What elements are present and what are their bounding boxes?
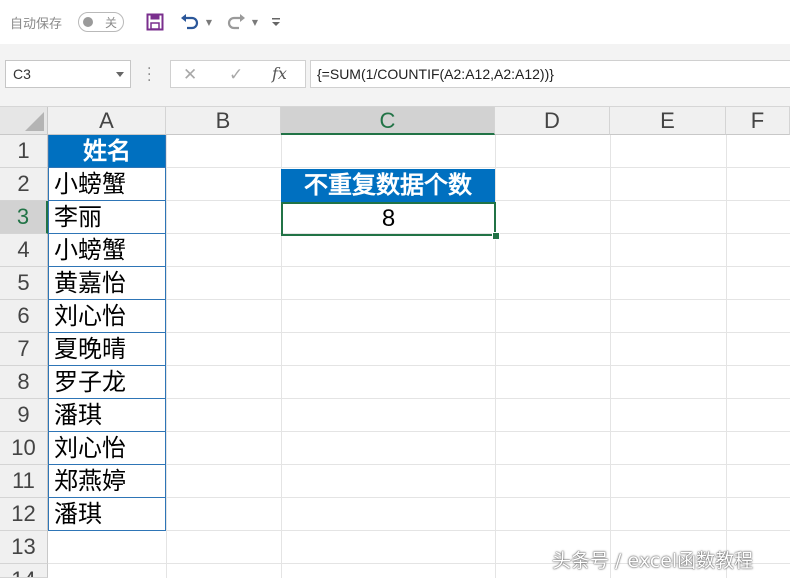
gridline — [610, 135, 611, 578]
toggle-knob — [83, 17, 93, 27]
formula-bar: C3 · · · ✕ ✓ fx {=SUM(1/COUNTIF(A2:A12,A2:… — [0, 44, 790, 107]
column-header-e[interactable]: E — [610, 107, 726, 135]
cell-a4[interactable]: 小螃蟹 — [48, 234, 166, 267]
cell-a11[interactable]: 郑燕婷 — [48, 465, 166, 498]
cell-a5[interactable]: 黄嘉怡 — [48, 267, 166, 300]
cell-a1-header[interactable]: 姓名 — [48, 135, 166, 168]
save-icon — [146, 13, 164, 31]
cell-a3[interactable]: 李丽 — [48, 201, 166, 234]
row-header-11[interactable]: 11 — [0, 465, 48, 498]
chevron-down-icon: ▼ — [251, 17, 259, 27]
customize-qat-icon — [272, 18, 280, 26]
formula-input[interactable]: {=SUM(1/COUNTIF(A2:A12,A2:A12))} — [310, 60, 790, 88]
row-header-9[interactable]: 9 — [0, 399, 48, 432]
redo-dropdown-button[interactable]: ▼ — [249, 8, 261, 36]
formula-buttons: ✕ ✓ fx — [170, 60, 306, 88]
name-box-value: C3 — [13, 66, 31, 82]
cell-c3-active[interactable]: 8 — [281, 202, 496, 236]
row-header-8[interactable]: 8 — [0, 366, 48, 399]
row-header-12[interactable]: 12 — [0, 498, 48, 531]
formula-text: {=SUM(1/COUNTIF(A2:A12,A2:A12))} — [317, 66, 554, 82]
cell-a7[interactable]: 夏晚晴 — [48, 333, 166, 366]
row-header-6[interactable]: 6 — [0, 300, 48, 333]
enter-icon[interactable]: ✓ — [229, 65, 243, 85]
cell-a6[interactable]: 刘心怡 — [48, 300, 166, 333]
chevron-down-icon[interactable] — [116, 72, 124, 77]
name-box[interactable]: C3 — [5, 60, 131, 88]
undo-button[interactable] — [178, 8, 202, 36]
row-header-4[interactable]: 4 — [0, 234, 48, 267]
column-header-c[interactable]: C — [281, 107, 495, 135]
watermark: 头条号 / excel函数教程 — [552, 550, 754, 572]
autosave-label: 自动保存 — [10, 17, 63, 32]
fill-handle[interactable] — [492, 232, 500, 240]
quick-access-toolbar: 自动保存 关 ▼ ▼ — [0, 0, 790, 44]
column-header-a[interactable]: A — [48, 107, 166, 135]
insert-function-icon[interactable]: fx — [272, 64, 287, 83]
column-header-d[interactable]: D — [495, 107, 610, 135]
cancel-icon[interactable]: ✕ — [183, 65, 197, 85]
row-header-2[interactable]: 2 — [0, 168, 48, 201]
save-button[interactable] — [143, 8, 167, 36]
row-header-14[interactable]: 14 — [0, 564, 48, 578]
row-header-5[interactable]: 5 — [0, 267, 48, 300]
select-all-button[interactable] — [0, 107, 48, 135]
redo-icon — [227, 14, 245, 30]
select-all-icon — [25, 112, 44, 131]
row-header-13[interactable]: 13 — [0, 531, 48, 564]
cell-a12[interactable]: 潘琪 — [48, 498, 166, 531]
cell-a2[interactable]: 小螃蟹 — [48, 168, 166, 201]
cell-c2-header[interactable]: 不重复数据个数 — [281, 169, 495, 202]
cell-a8[interactable]: 罗子龙 — [48, 366, 166, 399]
drag-handle-icon[interactable]: · · · — [147, 62, 151, 88]
column-header-b[interactable]: B — [166, 107, 281, 135]
row-header-7[interactable]: 7 — [0, 333, 48, 366]
gridline — [166, 135, 167, 578]
customize-qat-button[interactable] — [268, 8, 284, 36]
gridline — [726, 135, 727, 578]
undo-dropdown-button[interactable]: ▼ — [203, 8, 215, 36]
row-header-1[interactable]: 1 — [0, 135, 48, 168]
autosave-toggle[interactable]: 关 — [78, 12, 124, 32]
undo-icon — [181, 14, 199, 30]
row-header-10[interactable]: 10 — [0, 432, 48, 465]
cell-a9[interactable]: 潘琪 — [48, 399, 166, 432]
redo-button[interactable] — [224, 8, 248, 36]
autosave-state: 关 — [105, 16, 118, 30]
cell-a10[interactable]: 刘心怡 — [48, 432, 166, 465]
chevron-down-icon: ▼ — [205, 17, 213, 27]
row-header-3[interactable]: 3 — [0, 201, 48, 234]
worksheet-grid[interactable]: A B C D E F 1 2 3 4 5 6 7 8 9 10 11 12 1… — [0, 107, 790, 578]
column-header-f[interactable]: F — [726, 107, 790, 135]
